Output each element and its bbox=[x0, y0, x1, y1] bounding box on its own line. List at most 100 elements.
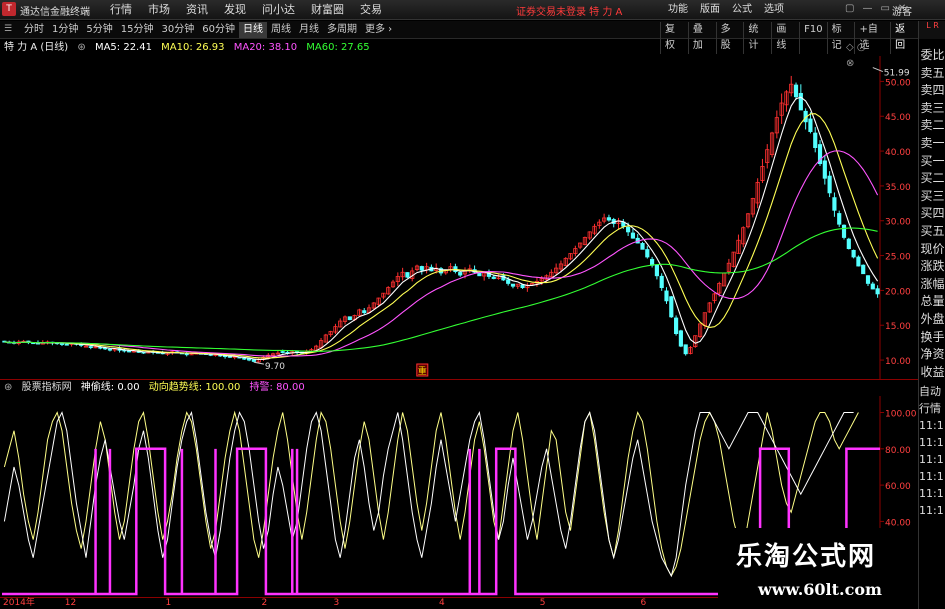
restore-icon[interactable]: ▢ bbox=[845, 3, 854, 14]
quote-field-6: 买一 bbox=[920, 153, 945, 168]
price-chart[interactable]: 50.00 45.00 40.00 35.00 30.00 25.00 20.00 15.00… bbox=[0, 56, 918, 380]
menu-quotes[interactable]: 行情 bbox=[102, 2, 140, 18]
candle-body bbox=[606, 217, 612, 221]
settings-icon[interactable]: ⊛ bbox=[77, 42, 85, 53]
candle-body bbox=[659, 275, 664, 289]
menu-functions[interactable]: 功能 bbox=[662, 2, 694, 18]
candle-body bbox=[793, 84, 799, 98]
tick-item-0[interactable]: 自动 bbox=[919, 383, 945, 400]
tab-daily[interactable]: 日线 bbox=[238, 22, 267, 38]
menu-layout[interactable]: 版面 bbox=[694, 2, 726, 18]
trade-login-notice[interactable]: 证券交易未登录 特 力 A bbox=[516, 3, 622, 18]
quote-field-3: 卖三 bbox=[920, 100, 945, 115]
price-annotation-label: 9.70 bbox=[265, 362, 285, 372]
ma-info-bar: 特 力 A (日线) ⊛ MA5: 22.41 MA10: 26.93 MA20… bbox=[0, 40, 880, 69]
quote-field-7: 买二 bbox=[920, 171, 945, 186]
candle-body bbox=[827, 175, 832, 194]
ma10-line bbox=[4, 113, 879, 359]
candle-body bbox=[59, 343, 65, 345]
indicator-info-bar: ⊛ 股票指标网 神偷线: 0.00 动向趋势线: 100.00 持警: 80.0… bbox=[0, 380, 880, 396]
candle-body bbox=[870, 283, 875, 290]
tab-multi-period[interactable]: 多周期 bbox=[323, 22, 361, 38]
menu-ask[interactable]: 问小达 bbox=[254, 2, 303, 18]
menu-wealth[interactable]: 财富圈 bbox=[303, 2, 352, 18]
candle-body bbox=[832, 197, 837, 211]
ma5-value: MA5: 22.41 bbox=[94, 42, 152, 53]
candle-body bbox=[251, 359, 256, 362]
price-tick-label: 30.00 bbox=[885, 218, 911, 228]
app-logo-icon: T bbox=[2, 2, 16, 16]
tab-5min[interactable]: 5分钟 bbox=[82, 22, 116, 38]
indicator-settings-icon[interactable]: ⊛ bbox=[4, 382, 12, 393]
candle-body bbox=[865, 275, 871, 284]
quote-field-5: 卖一 bbox=[920, 135, 945, 150]
tick-item-3: 11:1 bbox=[919, 436, 944, 449]
candle-body bbox=[851, 249, 856, 258]
candle-body bbox=[626, 226, 631, 233]
tab-60min[interactable]: 60分钟 bbox=[198, 22, 239, 38]
tick-item-5: 11:1 bbox=[919, 470, 944, 483]
quote-field-15: 外盘 bbox=[920, 311, 945, 326]
watermark: 乐淘公式网 www.60lt.com bbox=[718, 528, 918, 609]
candle-body bbox=[107, 348, 113, 351]
quote-field-12: 涨跌 bbox=[920, 259, 945, 274]
quote-field-14: 总量 bbox=[920, 294, 945, 309]
candle-body bbox=[875, 288, 880, 295]
quote-field-8: 买三 bbox=[920, 188, 945, 203]
ma60-line bbox=[4, 227, 878, 352]
tab-30min[interactable]: 30分钟 bbox=[157, 22, 198, 38]
menu-formula[interactable]: 公式 bbox=[726, 2, 758, 18]
candle-body bbox=[798, 92, 803, 111]
tick-list: 自动 行情 11:1 11:1 11:1 11:1 11:1 11:1 bbox=[919, 383, 945, 519]
candle-body bbox=[64, 343, 69, 346]
indicator-name: 股票指标网 bbox=[21, 382, 72, 393]
tab-15min[interactable]: 15分钟 bbox=[117, 22, 158, 38]
minimize-icon[interactable]: — bbox=[862, 3, 872, 14]
indicator-line2: 动向趋势线: 100.00 bbox=[148, 382, 241, 393]
menu-news[interactable]: 资讯 bbox=[178, 2, 216, 18]
candle-body bbox=[654, 264, 659, 277]
quote-field-1: 卖五 bbox=[920, 65, 945, 80]
ma10-value: MA10: 26.93 bbox=[161, 42, 225, 53]
tab-1min[interactable]: 1分钟 bbox=[48, 22, 82, 38]
candle-body bbox=[630, 232, 635, 239]
menu-toggle-icon[interactable]: ☰ bbox=[4, 23, 18, 36]
tick-item-4: 11:1 bbox=[919, 453, 944, 466]
tick-item-1[interactable]: 行情 bbox=[919, 400, 945, 417]
quote-side-panel: L R 委比 卖五 卖四 卖三 卖二 卖一 买一 买二 买三 买四 买五 现价 涨跌 涨幅 总量 外盘 换手 净资… bbox=[918, 21, 945, 609]
candle-body bbox=[88, 346, 93, 349]
candle-body bbox=[678, 330, 683, 347]
tab-weekly[interactable]: 周线 bbox=[267, 22, 295, 38]
candle-body bbox=[405, 272, 410, 278]
guest-login[interactable]: 游客 bbox=[892, 3, 912, 18]
candle-body bbox=[645, 249, 650, 258]
menu-trade[interactable]: 交易 bbox=[352, 2, 390, 18]
watermark-url: www.60lt.com bbox=[758, 580, 882, 599]
tab-monthly[interactable]: 月线 bbox=[295, 22, 323, 38]
panel-toggle[interactable]: L R bbox=[919, 21, 945, 39]
price-tick-label: 50.00 bbox=[885, 78, 911, 88]
quote-field-4: 卖二 bbox=[920, 118, 945, 133]
menu-market[interactable]: 市场 bbox=[140, 2, 178, 18]
tab-more[interactable]: 更多 › bbox=[361, 22, 396, 38]
time-tick: 4 bbox=[439, 598, 445, 608]
menu-discover[interactable]: 发现 bbox=[216, 2, 254, 18]
price-tick-label: 15.00 bbox=[885, 322, 911, 332]
price-tick-label: 10.00 bbox=[885, 357, 911, 367]
price-tick-label: 35.00 bbox=[885, 183, 911, 193]
quote-field-13: 涨幅 bbox=[920, 276, 945, 291]
candle-body bbox=[683, 344, 688, 355]
price-tick-label: 40.00 bbox=[885, 148, 911, 158]
indicator-line1: 神偷线: 0.00 bbox=[80, 382, 140, 393]
ma60-value: MA60: 27.65 bbox=[306, 42, 370, 53]
ma20-value: MA20: 38.10 bbox=[233, 42, 298, 53]
tab-timeshare[interactable]: 分时 bbox=[20, 22, 48, 38]
menu-options[interactable]: 选项 bbox=[758, 2, 790, 18]
candle-body bbox=[669, 296, 674, 318]
indicator-tick-label: 40.00 bbox=[885, 518, 911, 528]
price-tick-label: 20.00 bbox=[885, 287, 911, 297]
candle-body bbox=[664, 290, 669, 302]
quote-field-0: 委比 bbox=[920, 48, 945, 62]
tool-back[interactable]: 返回 bbox=[890, 22, 918, 54]
maximize-icon[interactable]: ▭ bbox=[880, 3, 889, 14]
